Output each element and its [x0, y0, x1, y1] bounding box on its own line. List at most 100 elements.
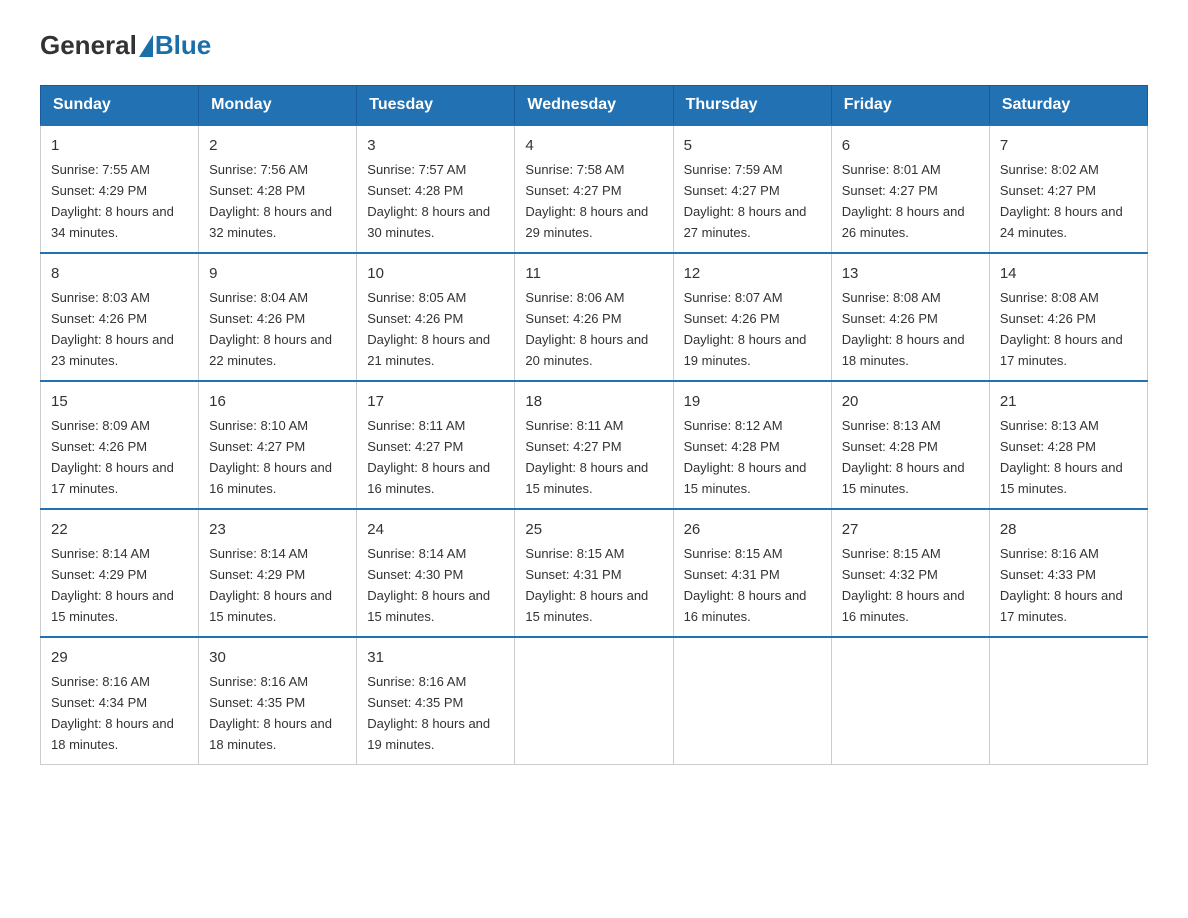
- calendar-cell: 8 Sunrise: 8:03 AMSunset: 4:26 PMDaylight…: [41, 253, 199, 381]
- day-info: Sunrise: 8:11 AMSunset: 4:27 PMDaylight:…: [367, 418, 490, 496]
- day-info: Sunrise: 8:02 AMSunset: 4:27 PMDaylight:…: [1000, 162, 1123, 240]
- calendar-cell: 11 Sunrise: 8:06 AMSunset: 4:26 PMDayligh…: [515, 253, 673, 381]
- day-info: Sunrise: 7:55 AMSunset: 4:29 PMDaylight:…: [51, 162, 174, 240]
- day-info: Sunrise: 7:59 AMSunset: 4:27 PMDaylight:…: [684, 162, 807, 240]
- day-number: 23: [209, 518, 346, 541]
- day-number: 1: [51, 134, 188, 157]
- calendar-cell: 30Sunrise: 8:16 AMSunset: 4:35 PMDayligh…: [199, 637, 357, 764]
- calendar-cell: [515, 637, 673, 764]
- calendar-week-3: 15 Sunrise: 8:09 AMSunset: 4:26 PMDayligh…: [41, 381, 1148, 509]
- day-number: 21: [1000, 390, 1137, 413]
- calendar-cell: 3 Sunrise: 7:57 AMSunset: 4:28 PMDaylight…: [357, 125, 515, 253]
- logo-triangle-icon: [139, 35, 153, 57]
- day-info: Sunrise: 8:15 AMSunset: 4:31 PMDaylight:…: [684, 546, 807, 624]
- day-number: 28: [1000, 518, 1137, 541]
- day-info: Sunrise: 8:06 AMSunset: 4:26 PMDaylight:…: [525, 290, 648, 368]
- day-info: Sunrise: 8:16 AMSunset: 4:35 PMDaylight:…: [209, 674, 332, 752]
- calendar-cell: 10 Sunrise: 8:05 AMSunset: 4:26 PMDayligh…: [357, 253, 515, 381]
- calendar-cell: 2Sunrise: 7:56 AMSunset: 4:28 PMDaylight…: [199, 125, 357, 253]
- day-number: 3: [367, 134, 504, 157]
- day-number: 24: [367, 518, 504, 541]
- header-cell-wednesday: Wednesday: [515, 86, 673, 126]
- calendar-cell: 16 Sunrise: 8:10 AMSunset: 4:27 PMDayligh…: [199, 381, 357, 509]
- day-info: Sunrise: 8:05 AMSunset: 4:26 PMDaylight:…: [367, 290, 490, 368]
- calendar-cell: 9 Sunrise: 8:04 AMSunset: 4:26 PMDaylight…: [199, 253, 357, 381]
- day-number: 27: [842, 518, 979, 541]
- calendar-cell: 25Sunrise: 8:15 AMSunset: 4:31 PMDayligh…: [515, 509, 673, 637]
- calendar-week-4: 22 Sunrise: 8:14 AMSunset: 4:29 PMDayligh…: [41, 509, 1148, 637]
- day-number: 11: [525, 262, 662, 285]
- day-info: Sunrise: 8:13 AMSunset: 4:28 PMDaylight:…: [1000, 418, 1123, 496]
- calendar-week-5: 29Sunrise: 8:16 AMSunset: 4:34 PMDayligh…: [41, 637, 1148, 764]
- day-info: Sunrise: 8:16 AMSunset: 4:33 PMDaylight:…: [1000, 546, 1123, 624]
- header-cell-saturday: Saturday: [989, 86, 1147, 126]
- calendar-cell: 12 Sunrise: 8:07 AMSunset: 4:26 PMDayligh…: [673, 253, 831, 381]
- day-number: 25: [525, 518, 662, 541]
- calendar-cell: 29Sunrise: 8:16 AMSunset: 4:34 PMDayligh…: [41, 637, 199, 764]
- header-row: SundayMondayTuesdayWednesdayThursdayFrid…: [41, 86, 1148, 126]
- day-number: 9: [209, 262, 346, 285]
- calendar-cell: 20Sunrise: 8:13 AMSunset: 4:28 PMDayligh…: [831, 381, 989, 509]
- header-cell-sunday: Sunday: [41, 86, 199, 126]
- day-number: 15: [51, 390, 188, 413]
- calendar-cell: 18 Sunrise: 8:11 AMSunset: 4:27 PMDayligh…: [515, 381, 673, 509]
- day-info: Sunrise: 8:10 AMSunset: 4:27 PMDaylight:…: [209, 418, 332, 496]
- header-cell-monday: Monday: [199, 86, 357, 126]
- calendar-cell: 26Sunrise: 8:15 AMSunset: 4:31 PMDayligh…: [673, 509, 831, 637]
- day-number: 16: [209, 390, 346, 413]
- calendar-cell: 7 Sunrise: 8:02 AMSunset: 4:27 PMDaylight…: [989, 125, 1147, 253]
- day-info: Sunrise: 8:14 AMSunset: 4:29 PMDaylight:…: [51, 546, 174, 624]
- calendar-cell: 14Sunrise: 8:08 AMSunset: 4:26 PMDayligh…: [989, 253, 1147, 381]
- calendar-cell: 19 Sunrise: 8:12 AMSunset: 4:28 PMDayligh…: [673, 381, 831, 509]
- calendar-cell: [673, 637, 831, 764]
- day-info: Sunrise: 8:08 AMSunset: 4:26 PMDaylight:…: [1000, 290, 1123, 368]
- day-info: Sunrise: 8:15 AMSunset: 4:32 PMDaylight:…: [842, 546, 965, 624]
- day-number: 4: [525, 134, 662, 157]
- calendar-cell: 22 Sunrise: 8:14 AMSunset: 4:29 PMDayligh…: [41, 509, 199, 637]
- day-number: 8: [51, 262, 188, 285]
- day-info: Sunrise: 7:56 AMSunset: 4:28 PMDaylight:…: [209, 162, 332, 240]
- page-header: General Blue: [40, 30, 1148, 61]
- calendar-cell: 1 Sunrise: 7:55 AMSunset: 4:29 PMDaylight…: [41, 125, 199, 253]
- header-cell-friday: Friday: [831, 86, 989, 126]
- calendar-body: 1 Sunrise: 7:55 AMSunset: 4:29 PMDaylight…: [41, 125, 1148, 764]
- calendar-cell: 23 Sunrise: 8:14 AMSunset: 4:29 PMDayligh…: [199, 509, 357, 637]
- day-number: 7: [1000, 134, 1137, 157]
- calendar-cell: 24 Sunrise: 8:14 AMSunset: 4:30 PMDayligh…: [357, 509, 515, 637]
- calendar-cell: 31 Sunrise: 8:16 AMSunset: 4:35 PMDayligh…: [357, 637, 515, 764]
- calendar-cell: 17Sunrise: 8:11 AMSunset: 4:27 PMDayligh…: [357, 381, 515, 509]
- day-number: 19: [684, 390, 821, 413]
- day-info: Sunrise: 8:08 AMSunset: 4:26 PMDaylight:…: [842, 290, 965, 368]
- day-info: Sunrise: 8:16 AMSunset: 4:35 PMDaylight:…: [367, 674, 490, 752]
- day-number: 18: [525, 390, 662, 413]
- day-number: 22: [51, 518, 188, 541]
- logo-blue-text: Blue: [155, 30, 211, 61]
- day-info: Sunrise: 8:12 AMSunset: 4:28 PMDaylight:…: [684, 418, 807, 496]
- day-info: Sunrise: 8:11 AMSunset: 4:27 PMDaylight:…: [525, 418, 648, 496]
- header-cell-tuesday: Tuesday: [357, 86, 515, 126]
- calendar-cell: 27 Sunrise: 8:15 AMSunset: 4:32 PMDayligh…: [831, 509, 989, 637]
- day-info: Sunrise: 8:14 AMSunset: 4:29 PMDaylight:…: [209, 546, 332, 624]
- calendar-cell: 21 Sunrise: 8:13 AMSunset: 4:28 PMDayligh…: [989, 381, 1147, 509]
- calendar-week-2: 8 Sunrise: 8:03 AMSunset: 4:26 PMDaylight…: [41, 253, 1148, 381]
- day-info: Sunrise: 8:13 AMSunset: 4:28 PMDaylight:…: [842, 418, 965, 496]
- day-number: 12: [684, 262, 821, 285]
- calendar-table: SundayMondayTuesdayWednesdayThursdayFrid…: [40, 85, 1148, 765]
- calendar-header: SundayMondayTuesdayWednesdayThursdayFrid…: [41, 86, 1148, 126]
- day-info: Sunrise: 8:07 AMSunset: 4:26 PMDaylight:…: [684, 290, 807, 368]
- day-info: Sunrise: 8:04 AMSunset: 4:26 PMDaylight:…: [209, 290, 332, 368]
- day-number: 10: [367, 262, 504, 285]
- day-info: Sunrise: 7:58 AMSunset: 4:27 PMDaylight:…: [525, 162, 648, 240]
- calendar-cell: 4 Sunrise: 7:58 AMSunset: 4:27 PMDaylight…: [515, 125, 673, 253]
- day-info: Sunrise: 8:09 AMSunset: 4:26 PMDaylight:…: [51, 418, 174, 496]
- calendar-cell: 28 Sunrise: 8:16 AMSunset: 4:33 PMDayligh…: [989, 509, 1147, 637]
- day-info: Sunrise: 8:03 AMSunset: 4:26 PMDaylight:…: [51, 290, 174, 368]
- day-info: Sunrise: 8:14 AMSunset: 4:30 PMDaylight:…: [367, 546, 490, 624]
- logo-general-text: General: [40, 30, 137, 61]
- day-number: 13: [842, 262, 979, 285]
- day-number: 31: [367, 646, 504, 669]
- day-info: Sunrise: 7:57 AMSunset: 4:28 PMDaylight:…: [367, 162, 490, 240]
- calendar-cell: 15 Sunrise: 8:09 AMSunset: 4:26 PMDayligh…: [41, 381, 199, 509]
- calendar-cell: 5Sunrise: 7:59 AMSunset: 4:27 PMDaylight…: [673, 125, 831, 253]
- calendar-cell: 6Sunrise: 8:01 AMSunset: 4:27 PMDaylight…: [831, 125, 989, 253]
